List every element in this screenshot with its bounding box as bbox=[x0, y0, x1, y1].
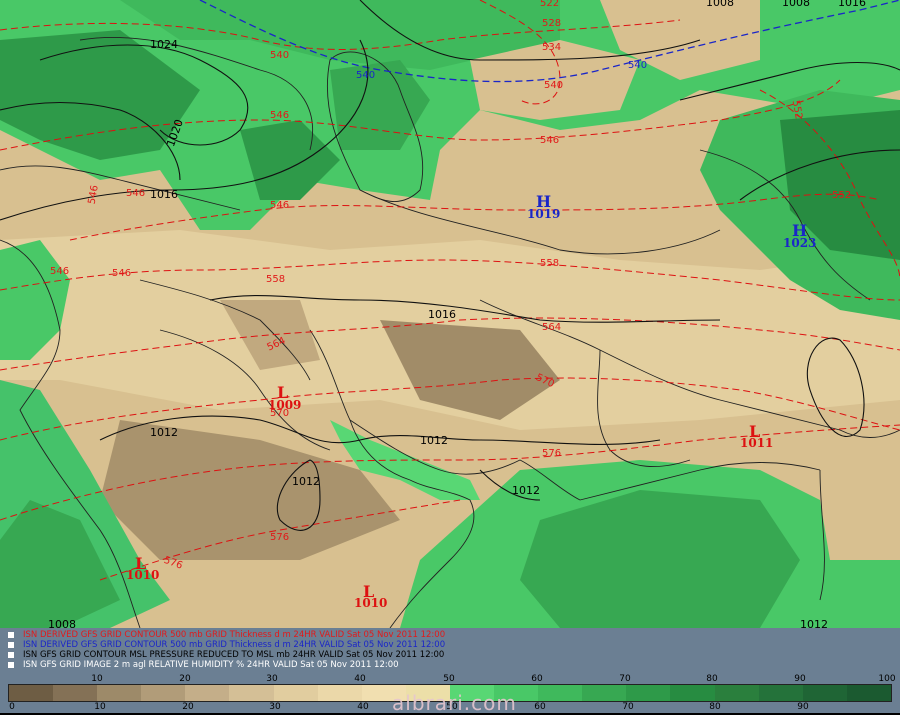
legend-text: ISN GFS GRID CONTOUR MSL PRESSURE REDUCE… bbox=[23, 650, 445, 660]
weather-map: 1024 1020 1016 1016 1012 1012 1012 1012 … bbox=[0, 0, 900, 628]
legend-line-thickness-red: ISN DERIVED GFS GRID CONTOUR 500 mb GRID… bbox=[8, 630, 445, 640]
legend-text: ISN DERIVED GFS GRID CONTOUR 500 mb GRID… bbox=[23, 630, 446, 640]
isobar-label: 1012 bbox=[420, 434, 448, 447]
colorbar-segment bbox=[758, 685, 803, 701]
isobar-label: 1012 bbox=[292, 475, 320, 488]
colorbar-tick: 90 bbox=[794, 674, 806, 684]
isobar-label: 1016 bbox=[838, 0, 866, 9]
high-value: 1023 bbox=[783, 236, 816, 250]
thickness-label: 564 bbox=[542, 322, 561, 333]
isobar-label: 1012 bbox=[512, 484, 540, 497]
legend-bullet-icon bbox=[8, 641, 14, 648]
colorbar-segment bbox=[9, 685, 54, 701]
colorbar-tick: 60 bbox=[534, 702, 546, 712]
thickness-label: 546 bbox=[112, 268, 131, 279]
colorbar-segment bbox=[714, 685, 759, 701]
low-value: 1011 bbox=[740, 436, 773, 450]
legend-text: ISN DERIVED GFS GRID CONTOUR 500 mb GRID… bbox=[23, 640, 446, 650]
colorbar-segment bbox=[273, 685, 318, 701]
colorbar-segment bbox=[97, 685, 142, 701]
thickness-label: 546 bbox=[270, 200, 289, 211]
thickness-label: 528 bbox=[542, 18, 561, 29]
thickness-label: 540 bbox=[270, 50, 289, 61]
thickness-label: 546 bbox=[50, 266, 69, 277]
colorbar-tick: 70 bbox=[622, 702, 634, 712]
colorbar-segment bbox=[582, 685, 627, 701]
legend-bullet-icon bbox=[8, 651, 14, 658]
thickness-label: 540 bbox=[356, 70, 375, 81]
watermark: albrari.com bbox=[392, 691, 517, 715]
colorbar-tick: 40 bbox=[357, 702, 369, 712]
thickness-label: 552 bbox=[832, 190, 851, 201]
colorbar-tick: 50 bbox=[443, 674, 455, 684]
colorbar-tick: 60 bbox=[531, 674, 543, 684]
colorbar-segment bbox=[229, 685, 274, 701]
high-value: 1019 bbox=[527, 207, 560, 221]
colorbar-segment bbox=[538, 685, 583, 701]
thickness-label: 576 bbox=[270, 532, 289, 543]
legend-bullet-icon bbox=[8, 631, 14, 638]
colorbar-segment bbox=[846, 685, 891, 701]
isobar-label: 1016 bbox=[150, 188, 178, 201]
low-value: 1009 bbox=[268, 398, 301, 412]
legend-bullet-icon bbox=[8, 661, 14, 668]
colorbar-tick: 30 bbox=[266, 674, 278, 684]
isobar-label: 1024 bbox=[150, 38, 178, 51]
colorbar-tick: 0 bbox=[9, 702, 15, 712]
colorbar-segment bbox=[185, 685, 230, 701]
thickness-label: 522 bbox=[540, 0, 559, 9]
colorbar-segment bbox=[53, 685, 98, 701]
low-value: 1010 bbox=[126, 568, 159, 582]
isobar-label: 1012 bbox=[150, 426, 178, 439]
isobar-label: 1008 bbox=[48, 618, 76, 628]
colorbar-tick: 20 bbox=[179, 674, 191, 684]
thickness-label: 546 bbox=[540, 135, 559, 146]
thickness-label: 534 bbox=[542, 42, 561, 53]
thickness-label: 576 bbox=[542, 448, 561, 459]
thickness-label: 546 bbox=[270, 110, 289, 121]
colorbar-segment bbox=[141, 685, 186, 701]
colorbar-segment bbox=[670, 685, 715, 701]
colorbar-tick: 100 bbox=[878, 674, 896, 684]
colorbar-tick: 40 bbox=[354, 674, 366, 684]
thickness-label: 540 bbox=[544, 80, 563, 91]
colorbar-tick: 80 bbox=[709, 702, 721, 712]
colorbar-tick: 80 bbox=[706, 674, 718, 684]
colorbar-tick: 30 bbox=[269, 702, 281, 712]
legend-text: ISN GFS GRID IMAGE 2 m agl RELATIVE HUMI… bbox=[23, 660, 399, 670]
legend-line-thickness-blue: ISN DERIVED GFS GRID CONTOUR 500 mb GRID… bbox=[8, 640, 445, 650]
legend-line-pressure: ISN GFS GRID CONTOUR MSL PRESSURE REDUCE… bbox=[8, 650, 444, 660]
isobar-label: 1016 bbox=[428, 308, 456, 321]
colorbar-tick: 20 bbox=[182, 702, 194, 712]
thickness-label: 558 bbox=[266, 274, 285, 285]
colorbar-tick: 70 bbox=[619, 674, 631, 684]
low-value: 1010 bbox=[354, 596, 387, 610]
colorbar-tick: 10 bbox=[94, 702, 106, 712]
colorbar-tick: 10 bbox=[91, 674, 103, 684]
legend-line-humidity: ISN GFS GRID IMAGE 2 m agl RELATIVE HUMI… bbox=[8, 660, 399, 670]
thickness-label: 546 bbox=[126, 188, 145, 199]
thickness-label: 558 bbox=[540, 258, 559, 269]
colorbar-segment bbox=[626, 685, 671, 701]
isobar-label: 1008 bbox=[782, 0, 810, 9]
colorbar-segment bbox=[317, 685, 362, 701]
colorbar-segment bbox=[802, 685, 847, 701]
colorbar-tick: 90 bbox=[797, 702, 809, 712]
thickness-label: 540 bbox=[628, 60, 647, 71]
isobar-label: 1012 bbox=[800, 618, 828, 628]
isobar-label: 1008 bbox=[706, 0, 734, 9]
